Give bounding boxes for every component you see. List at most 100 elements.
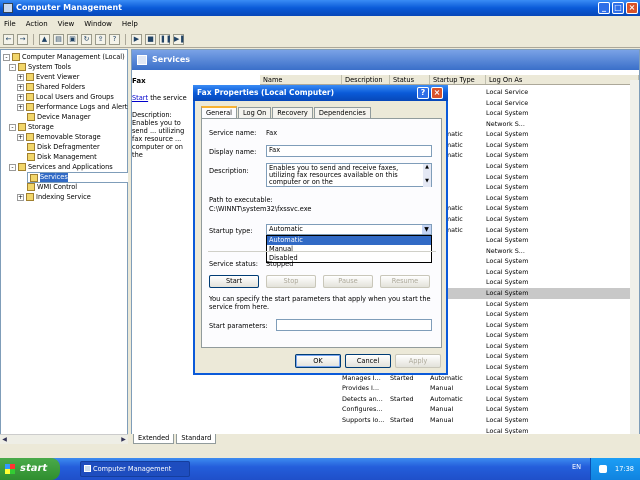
tree-node-computer-management[interactable]: - Computer Management (Local) xyxy=(3,52,125,62)
service-logon-cell: Local System xyxy=(486,130,529,139)
service-logon-cell: Local System xyxy=(486,320,529,329)
service-logon-cell: Local System xyxy=(486,341,529,350)
properties-icon[interactable]: ▣ xyxy=(67,34,78,45)
service-row[interactable]: Logical Disk Manage...Configures...Manua… xyxy=(260,404,639,415)
menu-file[interactable]: File xyxy=(4,20,16,28)
tree-horizontal-scrollbar[interactable]: ◀ ▶ xyxy=(0,434,128,444)
tree-node-removable-storage[interactable]: + Removable Storage xyxy=(17,132,101,142)
startup-option-manual[interactable]: Manual xyxy=(267,245,431,254)
back-icon[interactable]: ← xyxy=(3,34,14,45)
cancel-button[interactable]: Cancel xyxy=(345,354,391,368)
forward-icon[interactable]: → xyxy=(17,34,28,45)
description-field[interactable]: Enables you to send and receive faxes, u… xyxy=(266,163,432,187)
show-tree-icon[interactable]: ▤ xyxy=(53,34,64,45)
chevron-down-icon[interactable]: ▼ xyxy=(422,225,431,234)
tab-log-on[interactable]: Log On xyxy=(238,107,272,118)
dialog-title: Fax Properties (Local Computer) xyxy=(197,88,335,97)
tab-recovery[interactable]: Recovery xyxy=(272,107,313,118)
windows-logo-icon xyxy=(5,464,15,474)
menu-action[interactable]: Action xyxy=(26,20,48,28)
indexing-icon xyxy=(26,193,34,201)
service-description-cell: Detects an... xyxy=(342,394,383,403)
description-text: Enables you to send and receive faxes, u… xyxy=(269,164,399,186)
startup-option-automatic[interactable]: Automatic xyxy=(267,236,431,245)
dialog-help-button[interactable]: ? xyxy=(417,87,429,99)
tab-dependencies[interactable]: Dependencies xyxy=(313,107,371,118)
gear-icon xyxy=(137,55,147,65)
taskbar-item-computer-management[interactable]: Computer Management xyxy=(80,461,190,477)
event-viewer-icon xyxy=(26,73,34,81)
tab-general[interactable]: General xyxy=(201,106,237,118)
scroll-left-icon[interactable]: ◀ xyxy=(0,435,9,444)
start-service-link[interactable]: Start xyxy=(132,94,148,102)
service-startup-cell: Manual xyxy=(430,415,454,424)
tree-node-device-manager[interactable]: Device Manager xyxy=(27,112,91,122)
start-button[interactable]: Start xyxy=(209,275,259,288)
apply-button[interactable]: Apply xyxy=(395,354,441,368)
stop-button[interactable]: Stop xyxy=(266,275,316,288)
tree-node-disk-management[interactable]: Disk Management xyxy=(27,152,97,162)
service-logon-cell: Local System xyxy=(486,331,529,340)
service-logon-cell: Local System xyxy=(486,310,529,319)
tree-node-local-users[interactable]: + Local Users and Groups xyxy=(17,92,114,102)
tab-extended[interactable]: Extended xyxy=(133,434,175,444)
description-scrollbar[interactable]: ▲ ▼ xyxy=(423,164,431,187)
tree-node-performance-logs[interactable]: + Performance Logs and Alerts xyxy=(17,102,131,112)
display-name-field[interactable]: Fax xyxy=(266,145,432,157)
service-logon-cell: Local System xyxy=(486,109,529,118)
menu-bar: File Action View Window Help xyxy=(0,17,640,31)
service-row[interactable]: IPv6 Internet Conn...Provides I...Manual… xyxy=(260,383,639,394)
export-icon[interactable]: ⇪ xyxy=(95,34,106,45)
toolbar: ← → ▲ ▤ ▣ ↻ ⇪ ? ▶ ■ ❚❚ ▶❚ xyxy=(0,32,640,48)
tab-standard[interactable]: Standard xyxy=(176,434,217,444)
column-log-on-as[interactable]: Log On As xyxy=(486,75,639,84)
start-parameters-input[interactable] xyxy=(276,319,432,331)
tree-node-system-tools[interactable]: - System Tools xyxy=(9,62,71,72)
up-folder-icon[interactable]: ▲ xyxy=(39,34,50,45)
start-button-taskbar[interactable]: start xyxy=(0,458,60,480)
services-vertical-scrollbar[interactable] xyxy=(630,80,639,443)
startup-type-select[interactable]: Automatic ▼ xyxy=(266,224,432,235)
service-logon-cell: Local System xyxy=(486,288,529,297)
menu-view[interactable]: View xyxy=(58,20,75,28)
help-icon[interactable]: ? xyxy=(109,34,120,45)
tree-node-indexing-service[interactable]: + Indexing Service xyxy=(17,192,91,202)
column-startup-type[interactable]: Startup Type xyxy=(430,75,486,84)
close-button[interactable]: × xyxy=(626,2,638,14)
ok-button[interactable]: OK xyxy=(295,354,341,368)
service-row[interactable]: Machine Debug Man...Supports lo...Starte… xyxy=(260,415,639,426)
service-name-value: Fax xyxy=(266,129,278,137)
tree-node-disk-defragmenter[interactable]: Disk Defragmenter xyxy=(27,142,100,152)
service-logon-cell: Local System xyxy=(486,405,529,414)
tree-node-services-and-applications[interactable]: - Services and Applications xyxy=(9,162,113,172)
general-tab-panel: Service name: Fax Display name: Fax Desc… xyxy=(201,118,442,348)
service-logon-cell: Local System xyxy=(486,278,529,287)
tree-node-wmi-control[interactable]: WMI Control xyxy=(27,182,77,192)
menu-window[interactable]: Window xyxy=(84,20,112,28)
service-logon-cell: Local System xyxy=(486,363,529,372)
column-description[interactable]: Description xyxy=(342,75,390,84)
minimize-button[interactable]: _ xyxy=(598,2,610,14)
maximize-button[interactable]: □ xyxy=(612,2,624,14)
scroll-right-icon[interactable]: ▶ xyxy=(119,435,128,444)
removable-storage-icon xyxy=(26,133,34,141)
column-status[interactable]: Status xyxy=(390,75,430,84)
refresh-icon[interactable]: ↻ xyxy=(81,34,92,45)
restart-icon[interactable]: ▶❚ xyxy=(173,34,185,45)
language-indicator[interactable]: EN xyxy=(572,463,581,471)
service-logon-cell: Local System xyxy=(486,162,529,171)
tree-node-shared-folders[interactable]: + Shared Folders xyxy=(17,82,85,92)
dialog-close-button[interactable]: × xyxy=(431,87,443,99)
pause-icon[interactable]: ❚❚ xyxy=(159,34,172,45)
tree-node-storage[interactable]: - Storage xyxy=(9,122,54,132)
column-name[interactable]: Name xyxy=(260,75,342,84)
play-icon[interactable]: ▶ xyxy=(131,34,142,45)
resume-button[interactable]: Resume xyxy=(380,275,430,288)
menu-help[interactable]: Help xyxy=(122,20,138,28)
tray-network-icon[interactable] xyxy=(599,465,607,473)
tree-node-event-viewer[interactable]: + Event Viewer xyxy=(17,72,79,82)
stop-icon[interactable]: ■ xyxy=(145,34,156,45)
disk-icon xyxy=(27,153,35,161)
pause-button[interactable]: Pause xyxy=(323,275,373,288)
service-row[interactable]: Logical Disk ManagerDetects an...Started… xyxy=(260,394,639,405)
